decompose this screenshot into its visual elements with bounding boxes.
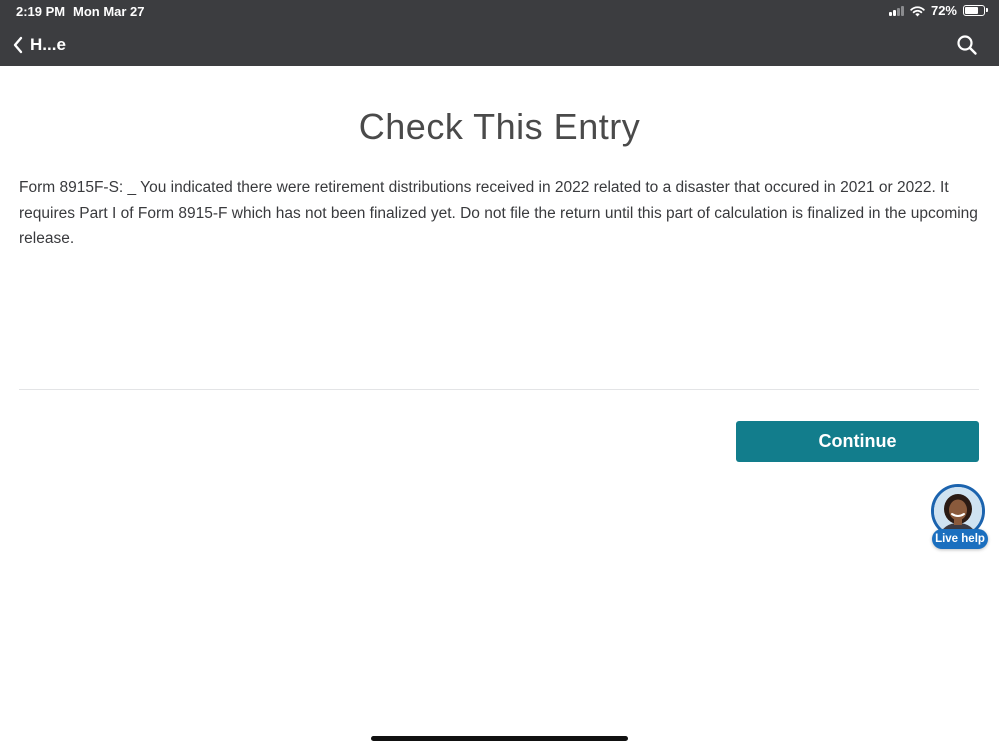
status-time: 2:19 PM <box>16 4 66 19</box>
screen: 2:19 PM Mon Mar 27 72% H...e Check This … <box>0 0 999 749</box>
chevron-left-icon <box>12 36 24 54</box>
home-indicator[interactable] <box>371 736 628 741</box>
search-button[interactable] <box>955 33 979 57</box>
search-icon <box>955 33 979 57</box>
entry-message: Form 8915F-S: _ You indicated there were… <box>19 179 978 247</box>
page-title: Check This Entry <box>358 106 641 147</box>
status-date: Mon Mar 27 <box>73 4 145 19</box>
status-indicators: 72% <box>888 3 988 18</box>
top-bar: 2:19 PM Mon Mar 27 72% H...e <box>0 0 999 66</box>
battery-percent: 72% <box>930 3 957 18</box>
divider <box>19 389 979 390</box>
continue-button[interactable]: Continue <box>736 421 979 462</box>
wifi-icon <box>910 5 925 17</box>
back-button-label: H...e <box>30 35 66 54</box>
live-help-button[interactable]: Live help <box>930 483 990 553</box>
battery-icon <box>963 5 988 16</box>
status-bar: 2:19 PM Mon Mar 27 72% <box>0 0 999 22</box>
back-button[interactable]: H...e <box>12 30 66 60</box>
live-help-label: Live help <box>932 529 988 549</box>
signal-icon <box>888 5 904 16</box>
